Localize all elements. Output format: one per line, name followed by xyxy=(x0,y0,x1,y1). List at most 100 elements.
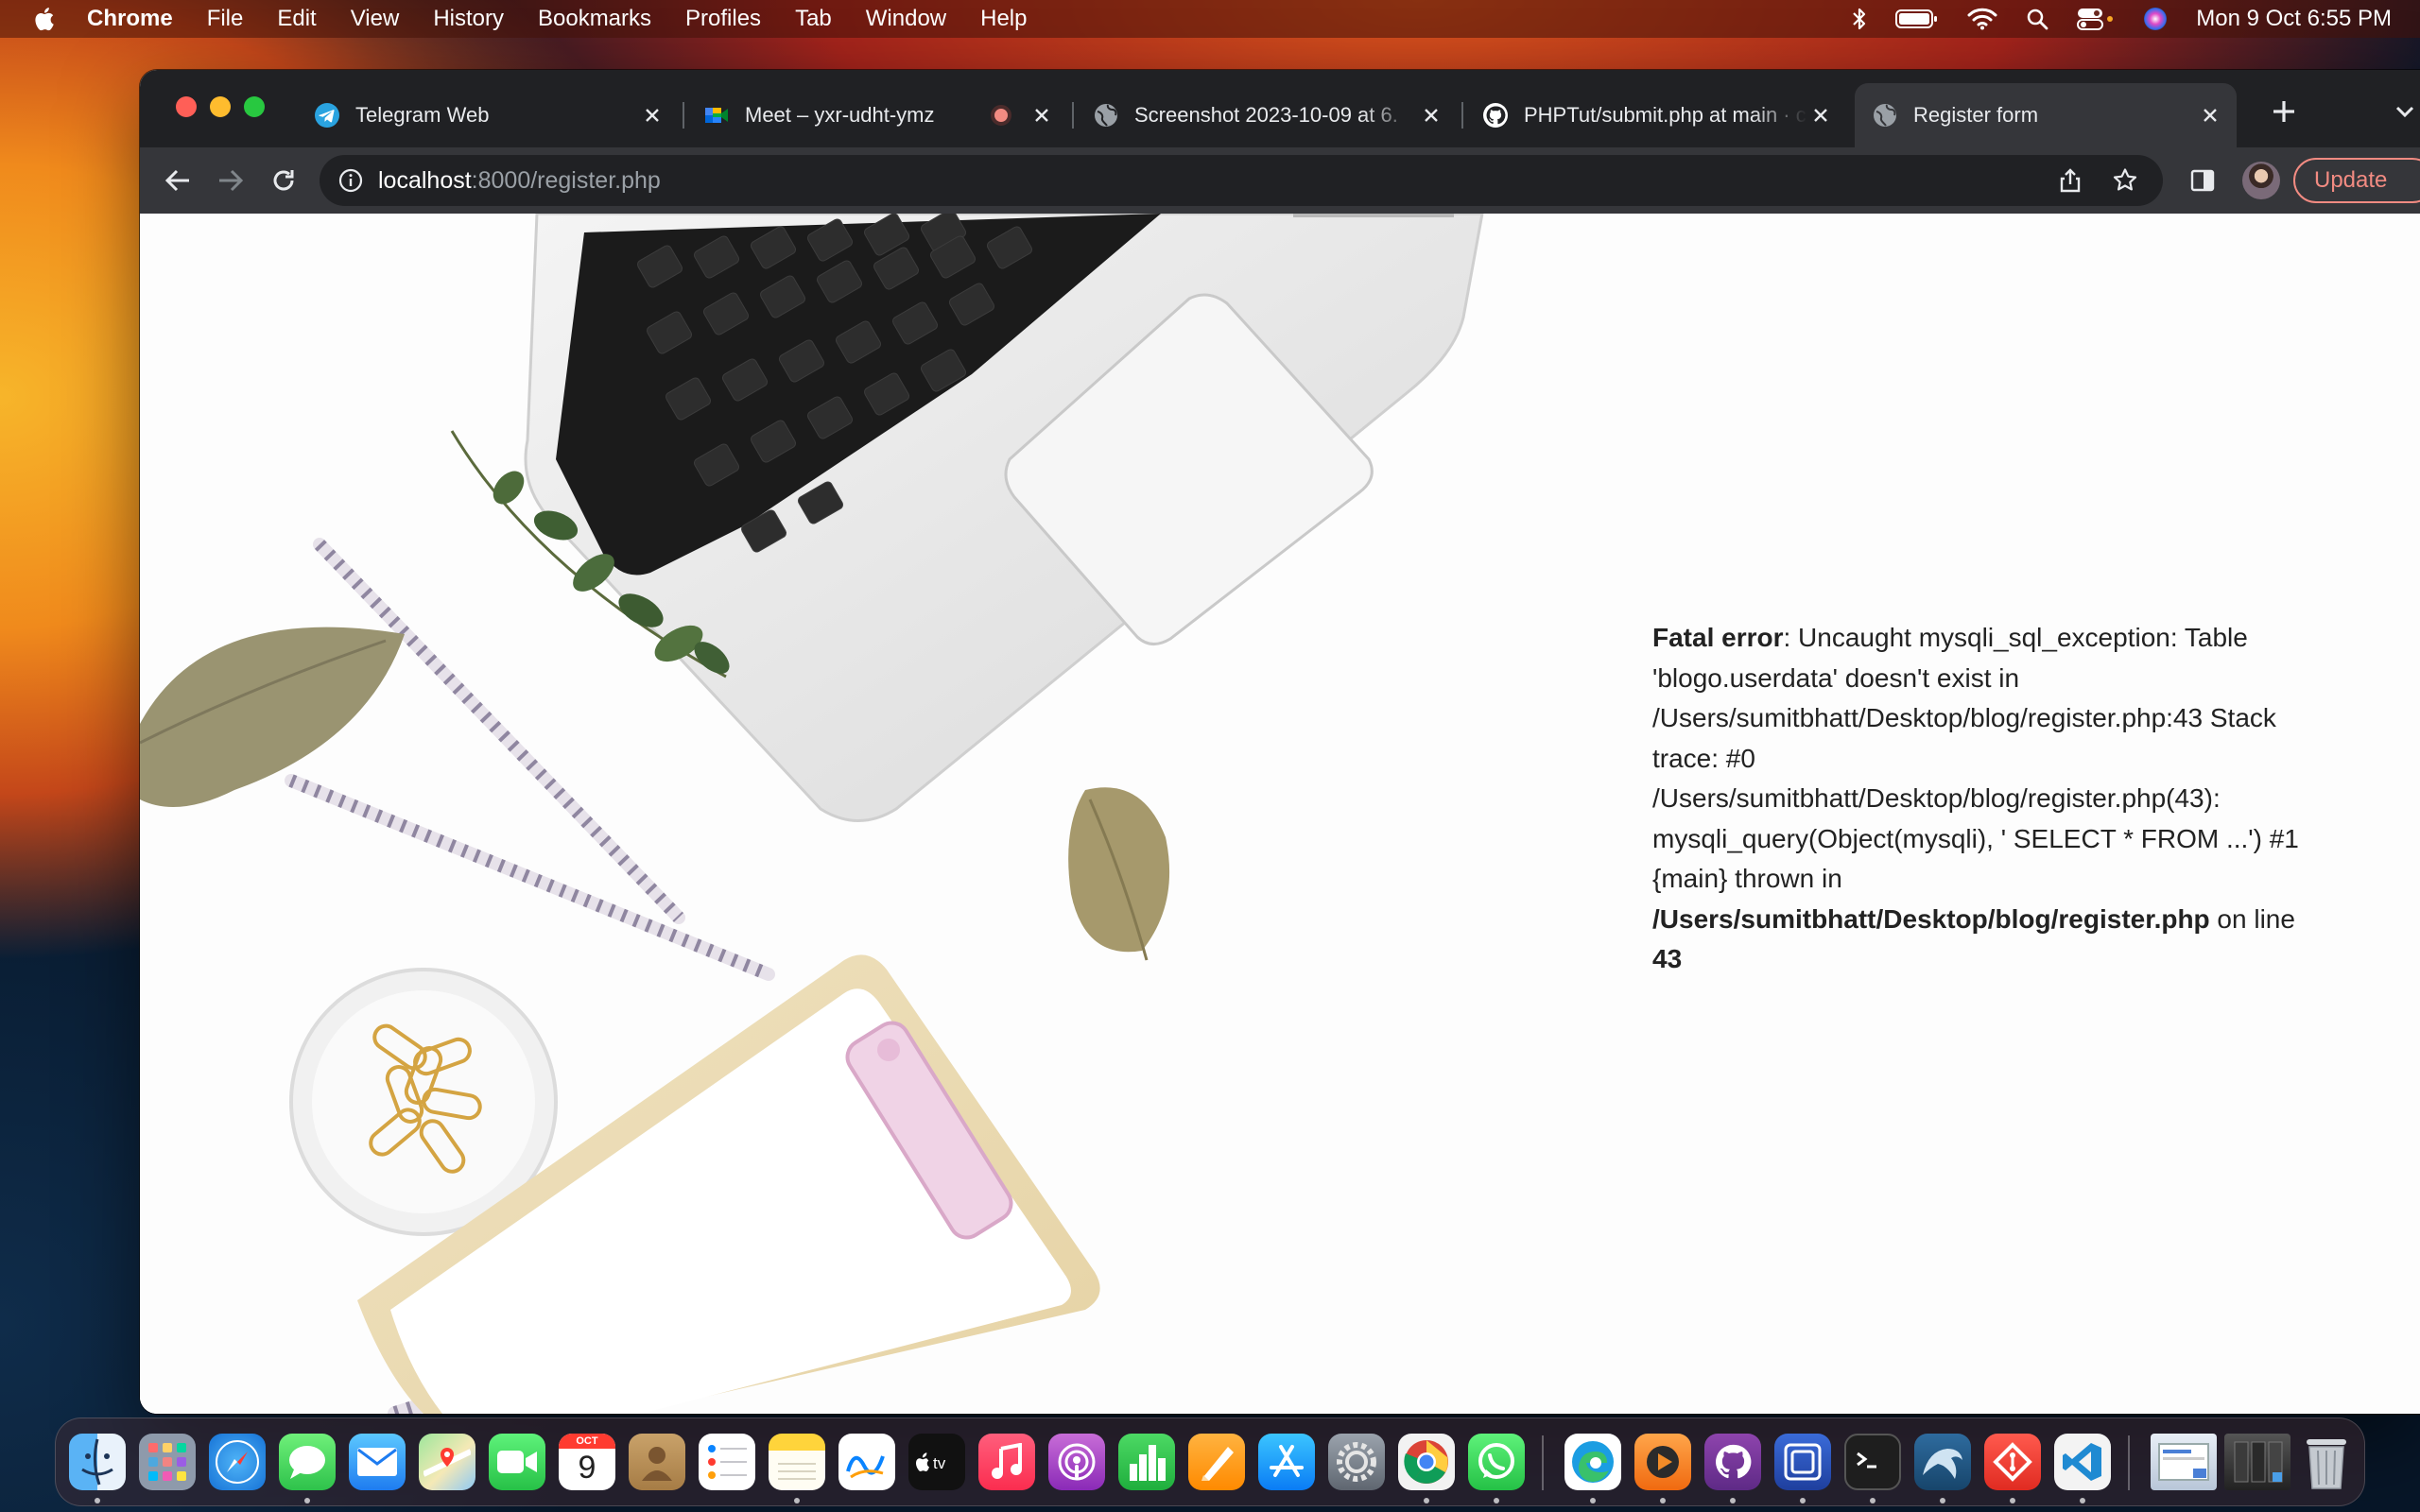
bluetooth-icon[interactable] xyxy=(1852,7,1867,31)
tab-title: PHPTut/submit.php at main · c xyxy=(1524,103,1806,127)
reload-button[interactable] xyxy=(267,163,301,198)
forward-button[interactable] xyxy=(214,163,248,198)
git-app-icon[interactable] xyxy=(1984,1434,2041,1490)
terminal-icon[interactable] xyxy=(1844,1434,1901,1490)
menu-bar: Chrome File Edit View History Bookmarks … xyxy=(0,0,2420,38)
menu-edit[interactable]: Edit xyxy=(277,6,316,32)
github-desktop-icon[interactable] xyxy=(1704,1434,1761,1490)
system-settings-icon[interactable] xyxy=(1328,1434,1385,1490)
running-indicator xyxy=(1870,1498,1876,1503)
window-minimize-button[interactable] xyxy=(210,96,231,117)
mysql-workbench-icon[interactable] xyxy=(1914,1434,1971,1490)
freeform-icon[interactable] xyxy=(838,1434,895,1490)
spotlight-search-icon[interactable] xyxy=(2026,8,2048,30)
menu-tab[interactable]: Tab xyxy=(795,6,832,32)
running-indicator xyxy=(1660,1498,1666,1503)
mail-icon[interactable] xyxy=(349,1434,406,1490)
calendar-icon[interactable]: OCT 9 xyxy=(559,1434,615,1490)
running-indicator xyxy=(1590,1498,1596,1503)
tab-close-icon[interactable] xyxy=(1418,102,1444,129)
contacts-icon[interactable] xyxy=(629,1434,685,1490)
error-on-line: on line xyxy=(2209,903,2295,934)
numbers-icon[interactable] xyxy=(1118,1434,1175,1490)
address-url[interactable]: localhost:8000/register.php xyxy=(378,167,661,195)
running-indicator xyxy=(2080,1498,2085,1503)
page-content: Fatal error: Uncaught mysqli_sql_excepti… xyxy=(140,214,2420,1414)
safari-icon[interactable] xyxy=(209,1434,266,1490)
menu-file[interactable]: File xyxy=(207,6,244,32)
apple-tv-icon[interactable]: tv xyxy=(908,1434,965,1490)
tab-close-icon[interactable] xyxy=(2197,102,2223,129)
dock-separator xyxy=(2128,1435,2130,1490)
menu-bookmarks[interactable]: Bookmarks xyxy=(538,6,651,32)
maps-icon[interactable] xyxy=(419,1434,475,1490)
edge-icon[interactable] xyxy=(1564,1434,1621,1490)
messages-icon[interactable] xyxy=(279,1434,336,1490)
tab-screenshot[interactable]: Screenshot 2023-10-09 at 6. xyxy=(1076,83,1458,147)
telegram-icon xyxy=(315,103,339,128)
running-indicator xyxy=(1940,1498,1945,1503)
infuse-icon[interactable] xyxy=(1634,1434,1691,1490)
tab-telegram-web[interactable]: Telegram Web xyxy=(297,83,679,147)
tab-google-meet[interactable]: Meet – yxr-udht-ymz xyxy=(686,83,1068,147)
whatsapp-icon[interactable] xyxy=(1468,1434,1525,1490)
facetime-icon[interactable] xyxy=(489,1434,545,1490)
finder-icon[interactable] xyxy=(69,1434,126,1490)
tab-github[interactable]: PHPTut/submit.php at main · c xyxy=(1465,83,1847,147)
calendar-month: OCT xyxy=(559,1434,615,1449)
podcasts-icon[interactable] xyxy=(1048,1434,1105,1490)
documents-stack-icon[interactable] xyxy=(2224,1434,2290,1490)
running-indicator xyxy=(304,1498,310,1503)
menu-profiles[interactable]: Profiles xyxy=(685,6,761,32)
wifi-icon[interactable] xyxy=(1967,8,1997,30)
github-icon xyxy=(1483,103,1508,128)
share-icon[interactable] xyxy=(2057,167,2083,194)
profile-avatar[interactable] xyxy=(2242,162,2280,199)
menu-help[interactable]: Help xyxy=(980,6,1027,32)
running-indicator xyxy=(1800,1498,1806,1503)
tab-close-icon[interactable] xyxy=(639,102,666,129)
tab-title: Telegram Web xyxy=(355,103,490,127)
downloads-stack-icon[interactable] xyxy=(2151,1434,2217,1490)
menu-app-name[interactable]: Chrome xyxy=(87,6,173,32)
control-center-icon[interactable] xyxy=(2077,8,2115,30)
launchpad-icon[interactable] xyxy=(139,1434,196,1490)
apple-menu-icon[interactable] xyxy=(32,6,55,32)
side-panel-icon[interactable] xyxy=(2189,167,2216,194)
pages-icon[interactable] xyxy=(1188,1434,1245,1490)
menu-history[interactable]: History xyxy=(433,6,504,32)
new-tab-plus-icon[interactable] xyxy=(2269,96,2299,127)
tab-register-form[interactable]: Register form xyxy=(1855,83,2237,147)
site-info-icon[interactable] xyxy=(338,168,363,193)
error-line-number: 43 xyxy=(1652,944,1683,973)
menu-view[interactable]: View xyxy=(351,6,400,32)
running-indicator xyxy=(1424,1498,1429,1503)
screen-app-icon[interactable] xyxy=(1774,1434,1831,1490)
battery-icon[interactable] xyxy=(1895,9,1939,29)
bookmark-star-icon[interactable] xyxy=(2112,167,2138,194)
notes-icon[interactable] xyxy=(769,1434,825,1490)
siri-icon[interactable] xyxy=(2143,7,2168,31)
chrome-icon[interactable] xyxy=(1398,1434,1455,1490)
tab-title: Register form xyxy=(1913,103,2039,127)
tab-title: Screenshot 2023-10-09 at 6. xyxy=(1134,103,1398,127)
window-close-button[interactable] xyxy=(176,96,197,117)
tab-close-icon[interactable] xyxy=(1028,102,1055,129)
update-button[interactable]: Update xyxy=(2293,158,2420,203)
music-icon[interactable] xyxy=(978,1434,1035,1490)
back-arrow-icon xyxy=(164,169,189,192)
reminders-icon[interactable] xyxy=(699,1434,755,1490)
app-store-icon[interactable] xyxy=(1258,1434,1315,1490)
running-indicator xyxy=(1730,1498,1736,1503)
window-zoom-button[interactable] xyxy=(244,96,265,117)
google-meet-icon xyxy=(705,108,728,123)
tab-close-icon[interactable] xyxy=(1807,102,1834,129)
trash-icon[interactable] xyxy=(2298,1434,2355,1490)
calendar-day: 9 xyxy=(578,1450,596,1486)
vscode-icon[interactable] xyxy=(2054,1434,2111,1490)
menu-clock[interactable]: Mon 9 Oct 6:55 PM xyxy=(2196,6,2392,32)
tab-search-chevron-icon[interactable] xyxy=(2394,100,2416,123)
back-button[interactable] xyxy=(161,163,195,198)
menu-window[interactable]: Window xyxy=(866,6,946,32)
address-bar[interactable]: localhost:8000/register.php xyxy=(320,155,2163,206)
